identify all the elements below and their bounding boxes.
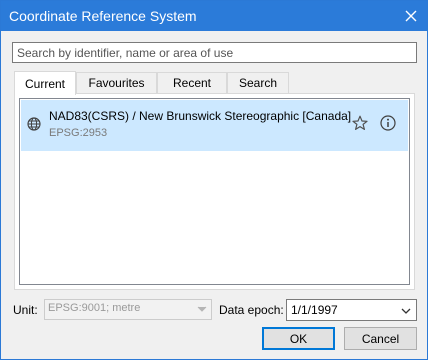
- crs-dialog: Coordinate Reference System Current Favo…: [0, 0, 428, 360]
- title-bar: Coordinate Reference System: [1, 1, 427, 31]
- unit-value: EPSG:9001; metre: [48, 302, 141, 314]
- unit-select[interactable]: EPSG:9001; metre: [44, 299, 212, 320]
- dialog-title: Coordinate Reference System: [9, 8, 197, 24]
- close-icon[interactable]: [395, 1, 427, 31]
- search-input[interactable]: [12, 42, 417, 63]
- tab-label: Current: [24, 76, 65, 91]
- tab-label: Favourites: [88, 76, 145, 90]
- crs-code: EPSG:2953: [49, 127, 108, 139]
- globe-icon: [27, 117, 41, 134]
- tab-recent[interactable]: Recent: [157, 72, 227, 93]
- cancel-button[interactable]: Cancel: [344, 327, 417, 350]
- data-epoch-label: Data epoch:: [219, 303, 284, 317]
- data-epoch-value: 1/1/1997: [291, 303, 338, 317]
- favourite-star-icon[interactable]: [352, 115, 368, 134]
- info-icon[interactable]: [380, 115, 396, 134]
- unit-label: Unit:: [13, 303, 38, 317]
- data-epoch-select[interactable]: 1/1/1997: [286, 299, 417, 321]
- ok-button[interactable]: OK: [262, 327, 335, 350]
- cancel-button-label: Cancel: [361, 331, 400, 346]
- tab-label: Recent: [172, 76, 212, 90]
- tab-panel-current: NAD83(CSRS) / New Brunswick Stereographi…: [14, 93, 415, 290]
- tab-search[interactable]: Search: [227, 72, 289, 93]
- list-item[interactable]: NAD83(CSRS) / New Brunswick Stereographi…: [21, 100, 408, 151]
- crs-name: NAD83(CSRS) / New Brunswick Stereographi…: [49, 109, 352, 123]
- ok-button-label: OK: [289, 331, 308, 346]
- chevron-down-icon: [197, 304, 207, 317]
- tab-label: Search: [238, 76, 278, 90]
- chevron-down-icon: [401, 305, 411, 319]
- tab-favourites[interactable]: Favourites: [76, 72, 157, 93]
- tab-current[interactable]: Current: [14, 71, 76, 95]
- crs-list[interactable]: NAD83(CSRS) / New Brunswick Stereographi…: [19, 98, 410, 285]
